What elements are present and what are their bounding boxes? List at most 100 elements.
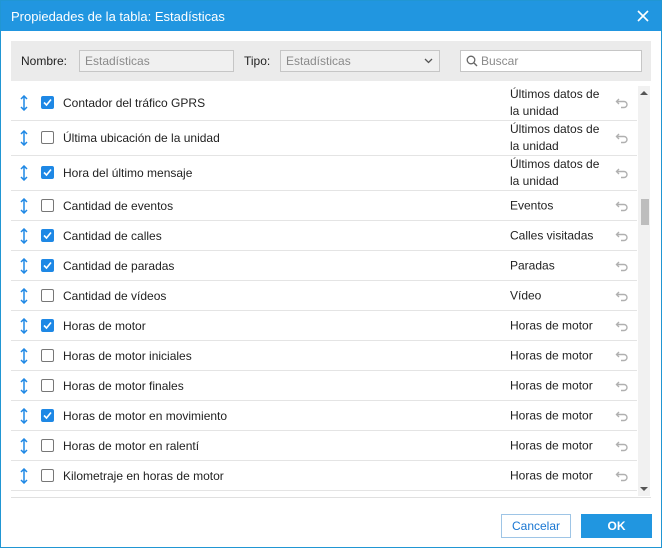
row-checkbox[interactable] xyxy=(41,131,54,144)
search-input[interactable]: Buscar xyxy=(460,50,642,72)
checkmark-icon xyxy=(43,321,52,329)
drag-handle-icon[interactable] xyxy=(19,165,29,181)
drag-handle-icon[interactable] xyxy=(19,377,29,394)
row-checkbox[interactable] xyxy=(41,318,54,332)
checkmark-icon xyxy=(43,261,52,269)
row-type: Eventos xyxy=(510,198,554,212)
row-checkbox[interactable] xyxy=(41,408,54,422)
scroll-up-icon[interactable] xyxy=(640,89,648,97)
dialog-titlebar: Propiedades de la tabla: Estadísticas xyxy=(1,1,661,31)
reset-icon[interactable] xyxy=(615,290,629,302)
row-checkbox[interactable] xyxy=(41,348,54,362)
row-name: Hora del último mensaje xyxy=(63,166,193,180)
drag-handle-icon[interactable] xyxy=(19,95,29,111)
reset-icon[interactable] xyxy=(615,97,629,109)
table-row: Última ubicación de la unidad Últimos dat… xyxy=(11,121,637,156)
table-row: Horas de motor finales Horas de motor xyxy=(11,371,637,401)
reset-icon[interactable] xyxy=(615,167,629,179)
drag-handle-icon[interactable] xyxy=(19,197,29,214)
row-checkbox[interactable] xyxy=(41,468,54,482)
table-properties-dialog: Propiedades de la tabla: Estadísticas No… xyxy=(0,0,662,548)
checkmark-icon xyxy=(43,168,52,177)
table-row: Horas de motor en movimiento Horas de mot… xyxy=(11,401,637,431)
ok-button[interactable]: OK xyxy=(581,514,652,538)
filter-bar: Nombre: Estadísticas Tipo: Estadísticas … xyxy=(11,41,651,81)
cancel-button[interactable]: Cancelar xyxy=(501,514,571,538)
row-name: Cantidad de calles xyxy=(63,228,162,243)
drag-handle-icon[interactable] xyxy=(19,407,29,424)
row-type: Horas de motor xyxy=(510,408,593,422)
row-checkbox[interactable] xyxy=(41,288,54,302)
row-checkbox[interactable] xyxy=(41,378,54,392)
row-name: Contador del tráfico GPRS xyxy=(63,96,206,110)
row-name: Horas de motor xyxy=(63,318,146,333)
reset-icon[interactable] xyxy=(615,132,629,144)
reset-icon[interactable] xyxy=(615,440,629,452)
drag-handle-icon[interactable] xyxy=(19,347,29,364)
reset-icon[interactable] xyxy=(615,470,629,482)
reset-icon[interactable] xyxy=(615,260,629,272)
search-icon xyxy=(466,55,478,67)
row-checkbox[interactable] xyxy=(41,198,54,212)
checkmark-icon xyxy=(43,411,52,419)
row-type: Horas de motor xyxy=(510,378,593,392)
row-name: Horas de motor iniciales xyxy=(63,348,192,363)
drag-handle-icon[interactable] xyxy=(19,257,29,274)
row-checkbox[interactable] xyxy=(41,96,54,109)
row-name: Cantidad de paradas xyxy=(63,258,175,273)
scrollbar[interactable] xyxy=(638,86,650,496)
column-list: Contador del tráfico GPRS Últimos datos d… xyxy=(11,86,637,496)
row-type: Últimos datos de la unidad xyxy=(510,122,600,153)
name-label: Nombre: xyxy=(21,54,68,68)
reset-icon[interactable] xyxy=(615,350,629,362)
checkmark-icon xyxy=(43,98,52,107)
table-row: Hora del último mensaje Últimos datos de … xyxy=(11,156,637,191)
row-checkbox[interactable] xyxy=(41,438,54,452)
checkmark-icon xyxy=(43,231,52,239)
scrollbar-thumb[interactable] xyxy=(641,199,649,225)
row-name: Horas de motor en movimiento xyxy=(63,408,228,423)
row-type: Horas de motor xyxy=(510,348,593,362)
table-row: Cantidad de paradas Paradas xyxy=(11,251,637,281)
drag-handle-icon[interactable] xyxy=(19,130,29,146)
drag-handle-icon[interactable] xyxy=(19,227,29,244)
name-field-value: Estadísticas xyxy=(85,54,150,68)
chevron-down-icon xyxy=(424,58,433,64)
table-row: Horas de motor Horas de motor xyxy=(11,311,637,341)
row-type: Horas de motor xyxy=(510,468,593,482)
row-checkbox[interactable] xyxy=(41,258,54,272)
row-name: Kilometraje en horas de motor xyxy=(63,468,224,483)
reset-icon[interactable] xyxy=(615,230,629,242)
reset-icon[interactable] xyxy=(615,410,629,422)
row-checkbox[interactable] xyxy=(41,228,54,242)
row-name: Cantidad de vídeos xyxy=(63,288,167,303)
row-name: Última ubicación de la unidad xyxy=(63,131,220,145)
search-placeholder: Buscar xyxy=(481,54,519,68)
reset-icon[interactable] xyxy=(615,320,629,332)
close-icon[interactable] xyxy=(635,8,651,24)
table-row: Kilometraje en horas de motor Horas de mo… xyxy=(11,461,637,491)
row-type: Vídeo xyxy=(510,288,542,302)
type-select-value: Estadísticas xyxy=(286,54,351,68)
scroll-down-icon[interactable] xyxy=(640,485,648,493)
drag-handle-icon[interactable] xyxy=(19,287,29,304)
drag-handle-icon[interactable] xyxy=(19,317,29,334)
row-name: Horas de motor finales xyxy=(63,378,184,393)
table-row: Cantidad de eventos Eventos xyxy=(11,191,637,221)
type-label: Tipo: xyxy=(244,54,271,68)
table-row: Horas de motor en ralentí Horas de motor xyxy=(11,431,637,461)
drag-handle-icon[interactable] xyxy=(19,437,29,454)
row-checkbox[interactable] xyxy=(41,166,54,179)
type-select[interactable]: Estadísticas xyxy=(280,50,440,72)
name-field[interactable]: Estadísticas xyxy=(79,50,234,72)
drag-handle-icon[interactable] xyxy=(19,467,29,484)
row-type: Últimos datos de la unidad xyxy=(510,157,600,188)
row-name: Cantidad de eventos xyxy=(63,198,174,213)
table-row: Cantidad de vídeos Vídeo xyxy=(11,281,637,311)
reset-icon[interactable] xyxy=(615,200,629,212)
dialog-title: Propiedades de la tabla: Estadísticas xyxy=(11,8,225,24)
reset-icon[interactable] xyxy=(615,380,629,392)
row-type: Calles visitadas xyxy=(510,228,594,242)
row-name: Horas de motor en ralentí xyxy=(63,438,200,453)
row-type: Últimos datos de la unidad xyxy=(510,87,600,118)
